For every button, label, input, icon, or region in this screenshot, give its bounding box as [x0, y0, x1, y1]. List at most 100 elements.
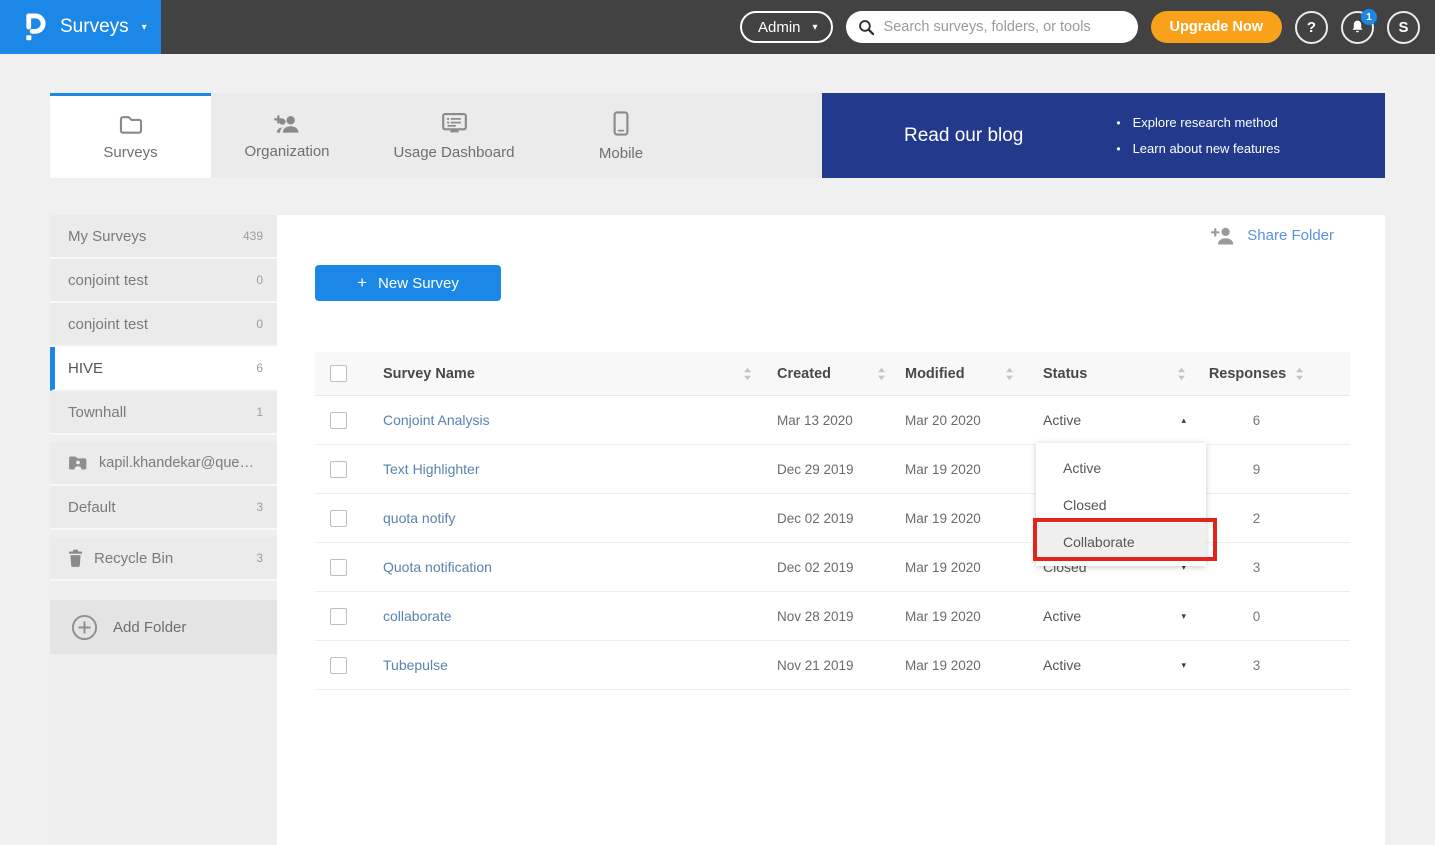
survey-name-link[interactable]: Conjoint Analysis: [383, 412, 490, 428]
banner-bullet: Learn about new features: [1116, 141, 1280, 156]
survey-name-link[interactable]: collaborate: [383, 608, 452, 624]
header-survey-name[interactable]: Survey Name: [370, 366, 760, 382]
header-created[interactable]: Created: [760, 366, 888, 382]
folder-label: HIVE: [68, 360, 103, 377]
survey-name-link[interactable]: Quota notification: [383, 559, 492, 575]
folder-label: conjoint test: [68, 316, 148, 333]
folder-count: 3: [256, 500, 263, 514]
tab-organization[interactable]: Organization: [211, 93, 363, 178]
tab-usage-dashboard[interactable]: Usage Dashboard: [363, 93, 545, 178]
notifications-button[interactable]: 1: [1341, 11, 1374, 44]
folder-count: 6: [256, 361, 263, 375]
status-value: Active: [1043, 657, 1081, 673]
folder-label: My Surveys: [68, 228, 146, 245]
status-option-closed[interactable]: Closed: [1036, 486, 1206, 523]
created-date: Nov 28 2019: [777, 609, 854, 624]
sidebar-item-hive[interactable]: HIVE 6: [50, 347, 277, 391]
plus-icon: +: [357, 273, 367, 293]
header-modified[interactable]: Modified: [888, 366, 1026, 382]
add-folder-button[interactable]: Add Folder: [50, 600, 277, 654]
row-checkbox[interactable]: [330, 559, 347, 576]
row-checkbox[interactable]: [330, 412, 347, 429]
header-responses[interactable]: Responses: [1191, 366, 1350, 382]
questionpro-logo-icon: [22, 11, 47, 44]
sort-icon[interactable]: [743, 367, 752, 381]
mobile-icon: [613, 111, 629, 136]
tab-surveys[interactable]: Surveys: [50, 93, 211, 178]
survey-name-link[interactable]: quota notify: [383, 510, 455, 526]
new-survey-button[interactable]: + New Survey: [315, 265, 501, 301]
created-date: Dec 29 2019: [777, 462, 854, 477]
tabstrip-filler: [697, 93, 822, 178]
plus-circle-icon: [71, 614, 98, 641]
banner-title: Read our blog: [904, 125, 1023, 147]
banner-bullet: Explore research method: [1116, 115, 1280, 130]
folders-sidebar: My Surveys 439 conjoint test 0 conjoint …: [50, 215, 277, 845]
help-button[interactable]: ?: [1295, 11, 1328, 44]
caret-down-icon[interactable]: ▾: [1181, 611, 1186, 622]
global-search[interactable]: [846, 11, 1138, 43]
upgrade-now-button[interactable]: Upgrade Now: [1151, 11, 1282, 43]
status-select[interactable]: Active ▾: [1026, 657, 1191, 673]
created-date: Mar 13 2020: [777, 413, 853, 428]
created-date: Nov 21 2019: [777, 658, 854, 673]
avatar-initial: S: [1398, 19, 1408, 36]
status-option-collaborate[interactable]: Collaborate: [1036, 523, 1206, 560]
survey-name-link[interactable]: Text Highlighter: [383, 461, 480, 477]
sidebar-item-recycle-bin[interactable]: Recycle Bin 3: [50, 537, 277, 581]
search-input[interactable]: [884, 19, 1126, 35]
blog-banner[interactable]: Read our blog Explore research method Le…: [822, 93, 1385, 178]
sidebar-item-default[interactable]: Default 3: [50, 486, 277, 530]
admin-dropdown[interactable]: Admin ▾: [740, 11, 833, 43]
chevron-down-icon: ▾: [142, 22, 147, 33]
responses-count: 3: [1253, 658, 1261, 673]
row-checkbox[interactable]: [330, 461, 347, 478]
folder-label: Townhall: [68, 404, 126, 421]
caret-down-icon[interactable]: ▾: [1181, 660, 1186, 671]
status-option-active[interactable]: Active: [1036, 449, 1206, 486]
primary-tabs: Surveys Organization: [50, 93, 1385, 178]
row-checkbox[interactable]: [330, 510, 347, 527]
topbar-right: Admin ▾ Upgrade Now ?: [740, 11, 1435, 44]
row-checkbox[interactable]: [330, 608, 347, 625]
question-mark-icon: ?: [1307, 19, 1316, 36]
sidebar-item-conjoint-test-1[interactable]: conjoint test 0: [50, 259, 277, 303]
modified-date: Mar 19 2020: [905, 609, 981, 624]
caret-up-icon[interactable]: ▴: [1181, 415, 1186, 426]
header-checkbox-cell: [315, 365, 370, 382]
status-value: Active: [1043, 412, 1081, 428]
sort-icon[interactable]: [877, 367, 886, 381]
add-folder-label: Add Folder: [113, 619, 186, 636]
responses-count: 9: [1253, 462, 1261, 477]
sidebar-item-my-surveys[interactable]: My Surveys 439: [50, 215, 277, 259]
survey-name-link[interactable]: Tubepulse: [383, 657, 448, 673]
tab-mobile[interactable]: Mobile: [545, 93, 697, 178]
tab-label: Surveys: [103, 144, 157, 161]
sort-icon[interactable]: [1295, 367, 1304, 381]
modified-date: Mar 20 2020: [905, 413, 981, 428]
tab-label: Mobile: [599, 145, 643, 162]
status-select[interactable]: Active ▴: [1026, 412, 1191, 428]
folder-label: Recycle Bin: [94, 550, 173, 567]
column-label: Survey Name: [383, 366, 475, 382]
table-row: Tubepulse Nov 21 2019 Mar 19 2020 Active…: [315, 641, 1350, 690]
avatar[interactable]: S: [1387, 11, 1420, 44]
sidebar-item-conjoint-test-2[interactable]: conjoint test 0: [50, 303, 277, 347]
sort-icon[interactable]: [1005, 367, 1014, 381]
trash-icon: [68, 549, 83, 567]
folder-label: kapil.khandekar@que…: [99, 455, 254, 471]
row-checkbox[interactable]: [330, 657, 347, 674]
select-all-checkbox[interactable]: [330, 365, 347, 382]
header-status[interactable]: Status: [1026, 366, 1191, 382]
sort-icon[interactable]: [1177, 367, 1186, 381]
search-icon: [858, 19, 875, 36]
status-select[interactable]: Active ▾: [1026, 608, 1191, 624]
sidebar-item-townhall[interactable]: Townhall 1: [50, 391, 277, 435]
folder-count: 0: [256, 273, 263, 287]
banner-bullets: Explore research method Learn about new …: [1116, 115, 1280, 156]
folder-label: conjoint test: [68, 272, 148, 289]
folder-label: Default: [68, 499, 116, 516]
share-folder-button[interactable]: Share Folder: [1210, 226, 1334, 245]
sidebar-item-shared-account[interactable]: kapil.khandekar@que…: [50, 442, 277, 486]
product-switcher[interactable]: Surveys ▾: [0, 0, 161, 54]
